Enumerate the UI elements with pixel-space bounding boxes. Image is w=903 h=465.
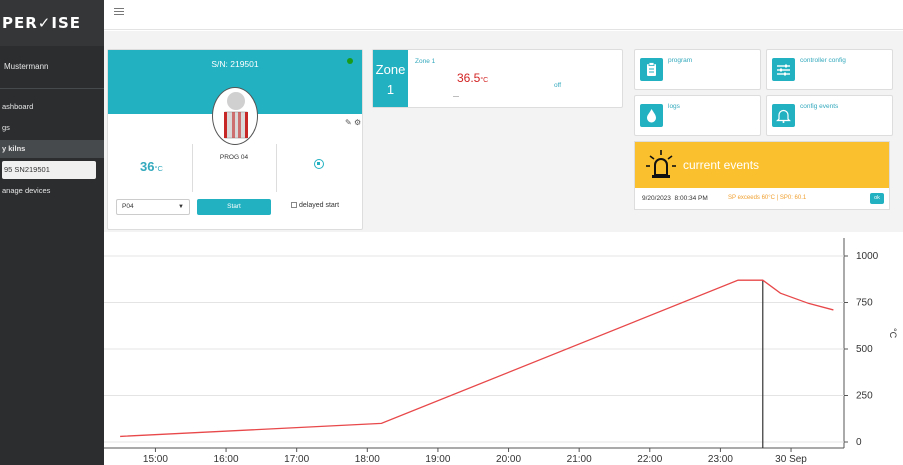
current-events-header: current events: [635, 142, 889, 188]
event-date: 9/20/2023: [642, 195, 671, 202]
zone-label: Zone 1: [415, 58, 436, 65]
program-select-value: P04: [122, 203, 134, 210]
flame-icon: [640, 104, 663, 127]
sidebar-item-dashboard[interactable]: ashboard: [0, 98, 104, 116]
temperature-chart: 15:00 16:00 17:00 18:00 19:00 20:00 21:00 22:00…: [104, 232, 903, 465]
x-tick-label: 23:00: [708, 454, 733, 465]
zone-state: off: [554, 82, 562, 89]
sidebar-item-kiln-device[interactable]: 95 SN219501: [2, 161, 96, 179]
kiln-serial: S/N: 219501: [211, 59, 259, 69]
x-tick-label: 19:00: [425, 454, 450, 465]
zone-card: Zone 1 Zone 1 36.5°C --- off: [372, 49, 623, 108]
x-tick-label: 20:00: [496, 454, 521, 465]
tile-program[interactable]: program: [634, 49, 761, 90]
sidebar: PER✓ISE Mustermann ashboard gs y kilns 9…: [0, 0, 104, 465]
zone-badge-number: 1: [386, 82, 395, 97]
edit-settings-icons[interactable]: ✎ ⚙: [345, 118, 361, 127]
tile-logs-label: logs: [668, 103, 680, 110]
brand-logo: PER✓ISE: [0, 0, 104, 46]
program-name: PROG 04: [219, 154, 249, 161]
sidebar-item-manage-devices[interactable]: anage devices: [0, 182, 104, 200]
user-name[interactable]: Mustermann: [4, 62, 48, 71]
delayed-start-label: delayed start: [299, 202, 340, 209]
x-tick-label: 15:00: [143, 454, 168, 465]
event-timestamp: 9/20/2023 8:00:34 PM: [642, 195, 708, 202]
tile-controller-config[interactable]: controller config: [766, 49, 893, 90]
event-message: SP exceeds 60°C | SP0: 60.1: [728, 195, 807, 201]
pencil-icon[interactable]: ✎: [345, 118, 352, 127]
tile-config-events[interactable]: config events: [766, 95, 893, 136]
kiln-image: [212, 87, 258, 145]
tile-config-events-label: config events: [800, 103, 839, 110]
zone-badge: Zone 1: [373, 50, 408, 107]
clipboard-icon: [640, 58, 663, 81]
sliders-icon: [772, 58, 795, 81]
zone-temp-unit: °C: [480, 77, 489, 84]
program-select[interactable]: P04 ▼: [116, 199, 190, 215]
sidebar-divider: [0, 88, 104, 89]
tile-controller-config-label: controller config: [800, 57, 846, 64]
online-status-icon: [347, 58, 353, 64]
divider: [276, 144, 277, 192]
siren-icon: [646, 150, 676, 178]
x-tick-label: 30 Sep: [775, 454, 807, 465]
start-button[interactable]: Start: [197, 199, 271, 215]
gear-icon[interactable]: ⚙: [354, 118, 361, 127]
event-ok-button[interactable]: ok: [870, 193, 884, 204]
x-tick-label: 17:00: [284, 454, 309, 465]
top-bar: [104, 0, 903, 30]
x-tick-label: 16:00: [214, 454, 239, 465]
tile-program-label: program: [668, 57, 693, 64]
x-tick-label: 21:00: [567, 454, 592, 465]
current-events-panel: current events 9/20/2023 8:00:34 PM SP e…: [634, 141, 890, 210]
y-tick-label: 500: [856, 344, 873, 355]
x-tick-label: 22:00: [637, 454, 662, 465]
tile-logs[interactable]: logs: [634, 95, 761, 136]
y-axis-label: °C: [888, 328, 898, 339]
chevron-down-icon: ▼: [178, 204, 184, 210]
y-tick-label: 750: [856, 298, 873, 309]
zone-setpoint: ---: [453, 94, 459, 100]
stop-button[interactable]: [314, 159, 324, 169]
current-events-title: current events: [683, 158, 760, 172]
y-tick-label: 250: [856, 391, 873, 402]
hamburger-icon[interactable]: [114, 8, 124, 16]
zone-badge-word: Zone: [375, 62, 406, 77]
sidebar-item-my-kilns[interactable]: y kilns: [0, 140, 104, 158]
sidebar-item-logs[interactable]: gs: [0, 119, 104, 137]
y-tick-label: 0: [856, 437, 862, 448]
bell-icon: [772, 104, 795, 127]
event-time: 8:00:34 PM: [674, 195, 708, 202]
divider: [192, 144, 193, 192]
kiln-card: S/N: 219501 ✎ ⚙ 36°C PROG 04 P04 ▼ Start…: [107, 49, 363, 230]
checkbox-icon[interactable]: [291, 202, 297, 209]
y-tick-label: 1000: [856, 251, 879, 262]
zone-temperature: 36.5°C: [457, 71, 489, 85]
x-tick-label: 18:00: [355, 454, 380, 465]
kiln-temp-unit: °C: [154, 164, 163, 173]
delayed-start-checkbox[interactable]: delayed start: [291, 202, 339, 209]
kiln-temperature: 36°C: [140, 159, 163, 174]
